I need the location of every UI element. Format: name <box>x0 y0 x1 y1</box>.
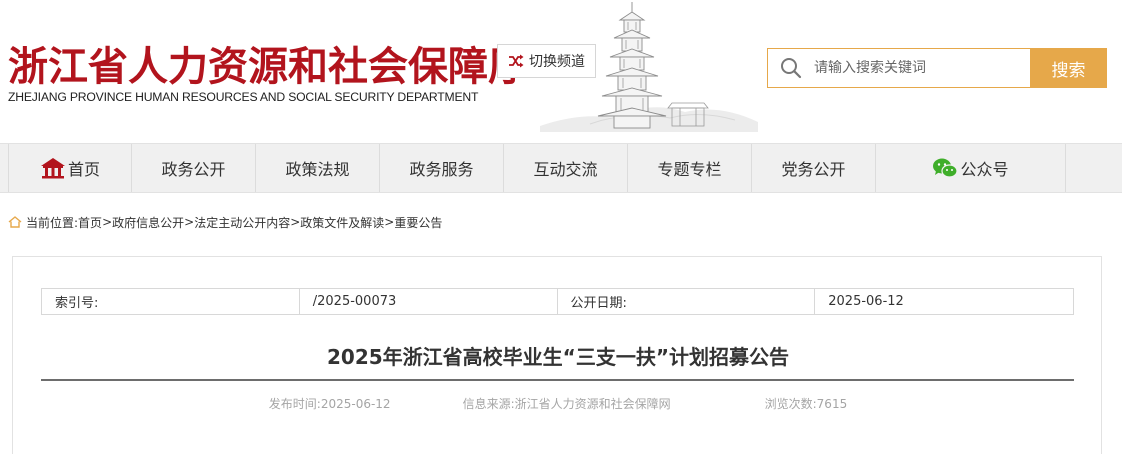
nav-item-topics[interactable]: 专题专栏 <box>628 144 752 192</box>
site-header: 浙江省人力资源和社会保障厅 ZHEJIANG PROVINCE HUMAN RE… <box>0 0 1122 143</box>
publish-time: 发布时间:2025-06-12 <box>268 397 391 411</box>
breadcrumb-gov-info[interactable]: 政府信息公开 <box>112 214 184 231</box>
nav-item-services[interactable]: 政务服务 <box>380 144 504 192</box>
index-number-value: /2025-00073 <box>300 289 558 314</box>
breadcrumb-separator: > <box>290 215 301 229</box>
nav-item-label: 政策法规 <box>285 160 350 179</box>
breadcrumb-statutory-content[interactable]: 法定主动公开内容 <box>194 214 290 231</box>
site-logo-title[interactable]: 浙江省人力资源和社会保障厅 <box>8 34 528 92</box>
title-divider <box>41 379 1074 381</box>
nav-item-label: 首页 <box>67 160 100 179</box>
publish-date-label: 公开日期: <box>558 289 816 314</box>
breadcrumb-prefix: 当前位置: <box>26 215 79 230</box>
search-button[interactable]: 搜索 <box>1030 48 1107 88</box>
view-count: 浏览次数:7615 <box>764 397 848 411</box>
nav-item-label: 党务公开 <box>781 160 846 179</box>
article-meta-table: 索引号: /2025-00073 公开日期: 2025-06-12 <box>41 288 1074 315</box>
nav-item-label: 公众号 <box>960 160 1009 179</box>
nav-item-label: 互动交流 <box>533 160 598 179</box>
nav-item-party-affairs[interactable]: 党务公开 <box>752 144 876 192</box>
article-panel: 索引号: /2025-00073 公开日期: 2025-06-12 2025年浙… <box>12 256 1102 454</box>
breadcrumb-separator: > <box>102 215 113 229</box>
search-input[interactable] <box>814 60 1014 76</box>
pagoda-illustration <box>540 2 758 132</box>
breadcrumb-separator: > <box>184 215 195 229</box>
nav-item-label: 专题专栏 <box>657 160 722 179</box>
breadcrumb-policy-docs[interactable]: 政策文件及解读 <box>300 214 384 231</box>
nav-item-wechat[interactable]: 公众号 <box>876 144 1066 192</box>
wechat-icon <box>932 157 959 179</box>
breadcrumb-announcements[interactable]: 重要公告 <box>394 214 442 231</box>
index-number-label: 索引号: <box>42 289 300 314</box>
location-home-icon <box>8 216 22 228</box>
main-nav: 首页 政务公开 政策法规 政务服务 互动交流 专题专栏 党务公开 公众号 <box>0 143 1122 193</box>
site-logo-subtitle: ZHEJIANG PROVINCE HUMAN RESOURCES AND SO… <box>8 90 479 104</box>
nav-item-interaction[interactable]: 互动交流 <box>504 144 628 192</box>
nav-item-label: 政务公开 <box>161 160 226 179</box>
breadcrumb-home[interactable]: 首页 <box>78 214 102 231</box>
nav-item-home[interactable]: 首页 <box>8 144 132 192</box>
article-title: 2025年浙江省高校毕业生“三支一扶”计划招募公告 <box>327 345 789 369</box>
search-box <box>767 48 1030 88</box>
nav-item-label: 政务服务 <box>409 160 474 179</box>
breadcrumb: 当前位置: 首页 > 政府信息公开 > 法定主动公开内容 > 政策文件及解读 >… <box>8 212 442 232</box>
nav-item-government-affairs[interactable]: 政务公开 <box>132 144 256 192</box>
search-icon <box>768 57 814 79</box>
publish-date-value: 2025-06-12 <box>828 294 904 309</box>
article-info: 发布时间:2025-06-12 信息来源:浙江省人力资源和社会保障网 浏览次数:… <box>13 395 1103 412</box>
home-icon <box>40 157 66 179</box>
breadcrumb-separator: > <box>384 215 395 229</box>
info-source: 信息来源:浙江省人力资源和社会保障网 <box>462 397 671 411</box>
nav-item-policies[interactable]: 政策法规 <box>256 144 380 192</box>
